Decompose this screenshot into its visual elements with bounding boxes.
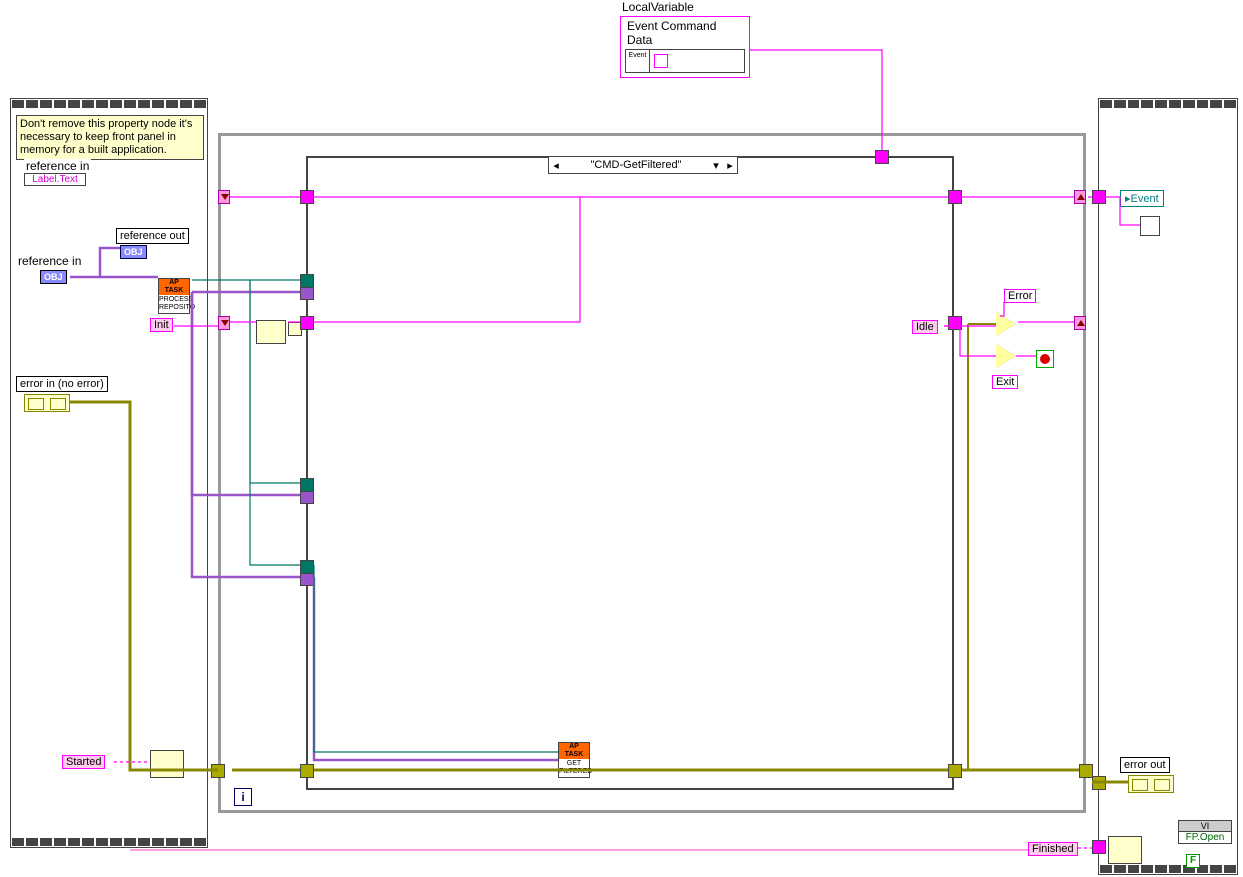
tunnel-case-l8[interactable] xyxy=(300,560,314,574)
tunnel-case-l2[interactable] xyxy=(300,316,314,330)
property-node-fpopen[interactable]: VI FP.Open xyxy=(1178,820,1232,844)
reference-out-label: reference out xyxy=(116,228,189,244)
tunnel-case-l-err[interactable] xyxy=(300,764,314,778)
error-in-label: error in (no error) xyxy=(16,376,108,392)
subvi-process-repository[interactable]: AP TASK PROCESS REPOSITO xyxy=(158,278,190,314)
tunnel-case-r-err[interactable] xyxy=(948,764,962,778)
select-node-exit[interactable] xyxy=(996,344,1016,368)
case-structure[interactable] xyxy=(306,156,954,790)
reference-in-label: reference in xyxy=(16,254,83,268)
tunnel-case-l7[interactable] xyxy=(300,572,314,586)
reference-in-terminal[interactable]: OBJ xyxy=(40,270,67,284)
event-indicator[interactable]: ▸Event xyxy=(1120,190,1164,207)
tunnel-case-l6[interactable] xyxy=(300,478,314,492)
shift-reg-right-2[interactable] xyxy=(1074,316,1086,330)
error-out-terminal[interactable] xyxy=(1128,775,1174,793)
invoke-node-finished[interactable] xyxy=(1108,836,1142,864)
tunnel-case-r2[interactable] xyxy=(948,316,962,330)
case-dropdown-arrow[interactable]: ▾ xyxy=(709,159,723,172)
tunnel-seq-finished[interactable] xyxy=(1092,840,1106,854)
tunnel-seq-err[interactable] xyxy=(1092,776,1106,790)
string-const-error[interactable]: Error xyxy=(1004,289,1036,303)
select-node-error[interactable] xyxy=(996,312,1016,336)
tunnel-error-right[interactable] xyxy=(1079,764,1093,778)
iteration-terminal[interactable]: i xyxy=(234,788,252,806)
shift-reg-left-1[interactable] xyxy=(218,190,230,204)
case-next-arrow[interactable]: ▸ xyxy=(723,159,737,172)
string-const-init[interactable]: Init xyxy=(150,318,173,332)
bool-const-false[interactable]: F xyxy=(1186,854,1200,868)
tunnel-case-r1[interactable] xyxy=(948,190,962,204)
tunnel-case-l4[interactable] xyxy=(300,274,314,288)
subvi-hdr: AP TASK xyxy=(159,279,189,295)
event-ind-text: Event xyxy=(1131,193,1159,205)
shift-reg-left-2[interactable] xyxy=(218,316,230,330)
tunnel-case-l1[interactable] xyxy=(300,190,314,204)
string-const-started[interactable]: Started xyxy=(62,755,105,769)
string-const-exit[interactable]: Exit xyxy=(992,375,1018,389)
tunnel-error-left[interactable] xyxy=(211,764,225,778)
localvar-title: LocalVariable xyxy=(620,0,696,14)
comment-note: Don't remove this property node it's nec… xyxy=(16,115,204,160)
case-selector[interactable]: ◂ "CMD-GetFiltered" ▾ ▸ xyxy=(548,156,738,174)
localvar-terminal[interactable] xyxy=(654,54,668,68)
case-prev-arrow[interactable]: ◂ xyxy=(549,159,563,172)
reference-out-terminal[interactable]: OBJ xyxy=(120,245,147,259)
tunnel-case-l3[interactable] xyxy=(300,286,314,300)
tunnel-case-l5[interactable] xyxy=(300,490,314,504)
property-node-label[interactable]: Label.Text xyxy=(24,172,86,186)
subvi-get-filtered[interactable]: AP TASK GET FILTERED xyxy=(558,742,590,778)
stop-terminal[interactable] xyxy=(1036,350,1054,368)
shift-reg-right-1[interactable] xyxy=(1074,190,1086,204)
subvi-txt: PROCESS REPOSITO xyxy=(159,295,189,313)
propnode2-row[interactable]: FP.Open xyxy=(1179,832,1231,843)
subvi-txt-2: GET FILTERED xyxy=(559,759,589,777)
localvar-name: Event Command Data xyxy=(625,19,745,47)
stop-icon xyxy=(1040,354,1050,364)
string-const-finished[interactable]: Finished xyxy=(1028,842,1078,856)
event-type-icon: Event xyxy=(626,50,650,72)
tunnel-seq-event[interactable] xyxy=(1092,190,1106,204)
subvi-hdr-2: AP TASK xyxy=(559,743,589,759)
local-variable[interactable]: Event Command Data Event xyxy=(620,16,750,78)
string-const-idle[interactable]: Idle xyxy=(912,320,938,334)
left-sequence-frame[interactable] xyxy=(10,98,208,848)
tunnel-case-top[interactable] xyxy=(875,150,889,164)
error-out-label: error out xyxy=(1120,757,1170,773)
case-name[interactable]: "CMD-GetFiltered" xyxy=(563,159,709,171)
bundle-node[interactable] xyxy=(256,320,286,344)
event-destroy-node[interactable] xyxy=(1140,216,1160,236)
propnode-ref-label: reference in xyxy=(24,159,91,173)
invoke-node-started[interactable] xyxy=(150,750,184,778)
propnode-row[interactable]: Label.Text xyxy=(25,174,85,185)
error-in-terminal[interactable] xyxy=(24,394,70,412)
propnode2-hdr: VI xyxy=(1179,821,1231,832)
